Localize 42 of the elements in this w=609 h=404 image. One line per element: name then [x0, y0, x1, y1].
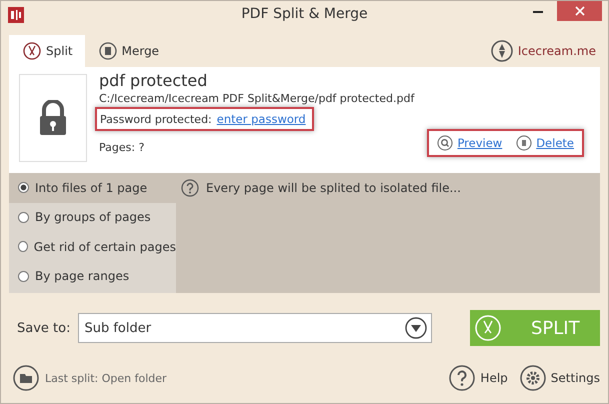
scissors-icon [23, 42, 41, 60]
option-label: Get rid of certain pages [34, 240, 176, 254]
window-title: PDF Split & Merge [241, 6, 368, 22]
radio-button[interactable] [18, 241, 28, 252]
tab[interactable]: Merge [84, 35, 172, 67]
close-button[interactable] [557, 1, 602, 21]
pages-count: Pages: ? [99, 141, 144, 154]
option-label: By page ranges [35, 269, 130, 284]
radio-button[interactable] [18, 270, 29, 282]
option-label: By groups of pages [35, 210, 151, 224]
save-to-dropdown[interactable]: Sub folder [78, 313, 432, 343]
split-option[interactable]: By groups of pages [9, 202, 176, 232]
split-option[interactable]: Into files of 1 page [9, 173, 176, 202]
save-to-label: Save to: [17, 320, 70, 336]
settings-icon [520, 365, 546, 391]
hint-text: Every page will be splited to isolated file... [206, 181, 461, 195]
option-label: Into files of 1 page [35, 180, 148, 195]
split-option[interactable]: By page ranges [9, 262, 176, 291]
preview-link[interactable]: Preview [457, 136, 502, 150]
password-label: Password protected: [100, 112, 212, 126]
help-icon [181, 179, 199, 197]
file-path: C:/Icecream/Icecream PDF Split&Merge/pdf protected.pdf [99, 92, 414, 105]
radio-button[interactable] [18, 212, 29, 223]
scissors-icon [475, 315, 501, 341]
settings-button[interactable]: Settings [520, 365, 600, 391]
delete-link[interactable]: Delete [536, 136, 574, 150]
brand-link[interactable]: Icecream.me [518, 44, 596, 58]
split-option[interactable]: Get rid of certain pages [9, 232, 176, 262]
help-icon [449, 365, 476, 391]
document-icon [98, 42, 117, 60]
search-icon [437, 135, 454, 151]
last-split-link[interactable]: Last split: Open folder [45, 372, 167, 384]
close-icon [574, 6, 584, 16]
app-logo-icon [8, 7, 24, 23]
radio-button[interactable] [18, 182, 29, 194]
folder-icon[interactable] [13, 365, 39, 391]
minimize-icon[interactable] [533, 10, 543, 12]
help-button[interactable]: Help [449, 365, 508, 391]
file-name: pdf protected [99, 71, 208, 90]
lock-icon [38, 100, 68, 136]
enter-password-link[interactable]: enter password [216, 112, 306, 126]
tab[interactable]: Split [9, 35, 85, 67]
